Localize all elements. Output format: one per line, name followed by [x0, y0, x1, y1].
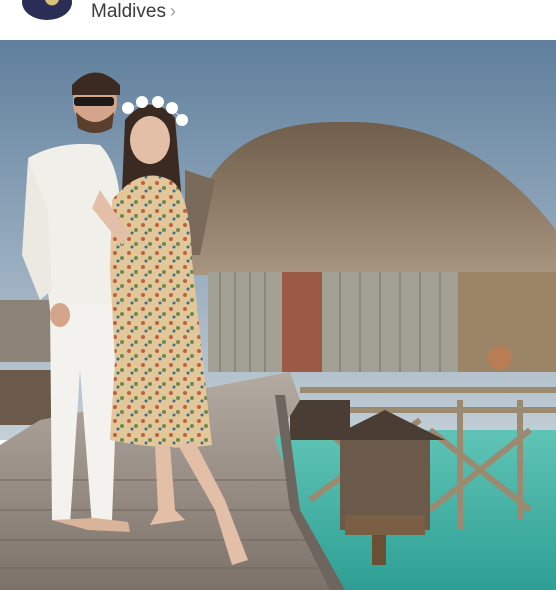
post-photo[interactable] — [0, 40, 556, 590]
location-label: Maldives — [91, 1, 166, 22]
chevron-right-icon: › — [169, 1, 176, 21]
post-header: Maldives › — [0, 0, 556, 40]
avatar[interactable] — [22, 0, 72, 20]
location-link[interactable]: Maldives › — [91, 0, 176, 23]
left-villa — [0, 300, 55, 362]
